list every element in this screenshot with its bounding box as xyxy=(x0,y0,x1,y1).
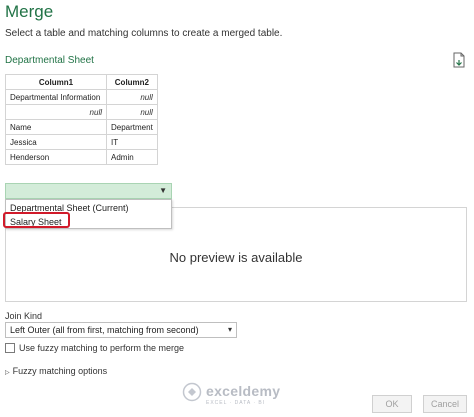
table-cell: null xyxy=(106,89,158,105)
fuzzy-matching-checkbox[interactable] xyxy=(5,343,15,353)
table-row: Name Department xyxy=(5,119,158,135)
chevron-down-icon[interactable]: ▾ xyxy=(228,323,232,337)
first-table-preview: Column1 Column2 Departmental Information… xyxy=(5,74,158,165)
table-cell: Jessica xyxy=(5,134,107,150)
join-kind-select[interactable]: Left Outer (all from first, matching fro… xyxy=(5,322,237,338)
join-kind-value: Left Outer (all from first, matching fro… xyxy=(10,325,199,335)
table-cell: Name xyxy=(5,119,107,135)
table-cell: null xyxy=(106,104,158,120)
table-cell: Department xyxy=(106,119,158,135)
table-row: Departmental Information null xyxy=(5,89,158,105)
join-kind-label: Join Kind xyxy=(5,311,43,321)
table-cell: Admin xyxy=(106,149,158,165)
fuzzy-matching-label[interactable]: Use fuzzy matching to perform the merge xyxy=(19,343,184,353)
table-row: Henderson Admin xyxy=(5,149,158,165)
watermark-tagline: EXCEL · DATA · BI xyxy=(206,400,266,406)
table-row: null null xyxy=(5,104,158,120)
fuzzy-matching-options-label[interactable]: Fuzzy matching options xyxy=(13,366,108,376)
dialog-title: Merge xyxy=(5,2,54,21)
table-cell: null xyxy=(5,104,107,120)
column-header[interactable]: Column1 xyxy=(5,74,107,90)
document-icon[interactable] xyxy=(452,52,466,68)
ok-button[interactable]: OK xyxy=(372,395,412,413)
expand-triangle-icon[interactable]: ▷ xyxy=(5,370,10,376)
first-table-label: Departmental Sheet xyxy=(5,55,94,66)
table-cell: Departmental Information xyxy=(5,89,107,105)
salary-sheet-highlight-box xyxy=(3,212,70,228)
second-table-select[interactable]: ▼ xyxy=(5,183,172,199)
table-cell: Henderson xyxy=(5,149,107,165)
table-row: Jessica IT xyxy=(5,134,158,150)
watermark-name: exceldemy xyxy=(206,383,281,399)
exceldemy-logo-icon xyxy=(182,382,202,402)
column-header[interactable]: Column2 xyxy=(106,74,158,90)
no-preview-message: No preview is available xyxy=(169,250,303,265)
dialog-subtitle: Select a table and matching columns to c… xyxy=(5,28,283,39)
cancel-button[interactable]: Cancel xyxy=(423,395,467,413)
chevron-down-icon[interactable]: ▼ xyxy=(159,186,167,195)
fuzzy-matching-options-toggle[interactable]: ▷ Fuzzy matching options xyxy=(5,366,107,376)
table-cell: IT xyxy=(106,134,158,150)
